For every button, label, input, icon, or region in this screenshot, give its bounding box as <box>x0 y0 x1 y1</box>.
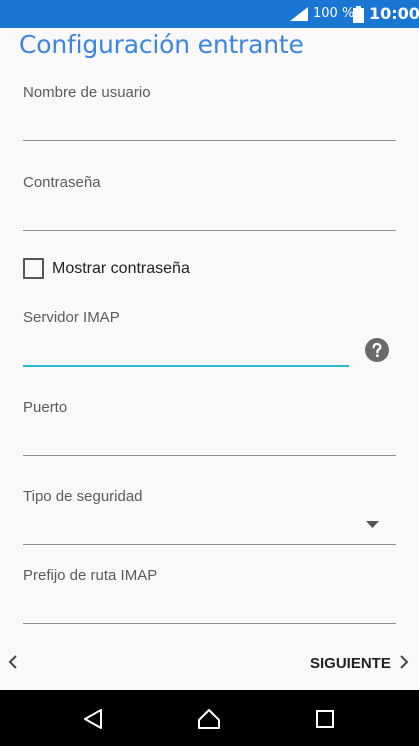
imap-prefix-underline <box>23 623 396 624</box>
chevron-right-icon <box>400 655 409 669</box>
port-field: Puerto <box>23 399 396 457</box>
username-field: Nombre de usuario <box>23 84 396 142</box>
security-type-select[interactable] <box>23 518 353 542</box>
wizard-footer: SIGUIENTE <box>0 640 419 686</box>
password-field: Contraseña <box>23 174 396 232</box>
back-icon[interactable] <box>83 708 103 730</box>
show-password-checkbox[interactable]: Mostrar contraseña <box>23 258 223 280</box>
clock: 10:00 <box>369 4 419 23</box>
imap-prefix-field: Prefijo de ruta IMAP <box>23 567 396 625</box>
port-input[interactable] <box>23 429 396 453</box>
navigation-bar <box>0 690 419 746</box>
page-title: Configuración entrante <box>19 30 304 59</box>
imap-server-underline <box>23 365 349 367</box>
imap-server-label: Servidor IMAP <box>23 309 120 326</box>
port-label: Puerto <box>23 399 68 416</box>
username-input[interactable] <box>23 114 396 138</box>
recents-icon[interactable] <box>316 710 334 728</box>
port-underline <box>23 455 396 456</box>
dropdown-arrow-icon[interactable] <box>366 521 379 529</box>
help-icon[interactable] <box>365 338 389 362</box>
password-underline <box>23 230 396 231</box>
battery-percent: 100 % <box>313 6 355 21</box>
imap-server-input[interactable] <box>23 339 349 363</box>
imap-prefix-label: Prefijo de ruta IMAP <box>23 567 158 584</box>
security-type-field[interactable]: Tipo de seguridad <box>23 488 396 546</box>
password-label: Contraseña <box>23 174 101 191</box>
show-password-label: Mostrar contraseña <box>52 260 190 277</box>
next-label: SIGUIENTE <box>310 655 391 672</box>
password-input[interactable] <box>23 204 396 228</box>
battery-icon <box>353 6 364 23</box>
home-icon[interactable] <box>197 708 221 730</box>
username-label: Nombre de usuario <box>23 84 151 101</box>
imap-server-field: Servidor IMAP <box>23 309 349 369</box>
checkbox-box[interactable] <box>23 258 44 279</box>
status-bar: 100 % 10:00 <box>0 0 419 28</box>
security-type-underline <box>23 544 396 545</box>
username-underline <box>23 140 396 141</box>
signal-icon <box>290 7 308 21</box>
chevron-left-icon[interactable] <box>8 655 18 669</box>
next-button[interactable]: SIGUIENTE <box>310 653 412 675</box>
security-type-label: Tipo de seguridad <box>23 488 143 505</box>
imap-prefix-input[interactable] <box>23 597 396 621</box>
